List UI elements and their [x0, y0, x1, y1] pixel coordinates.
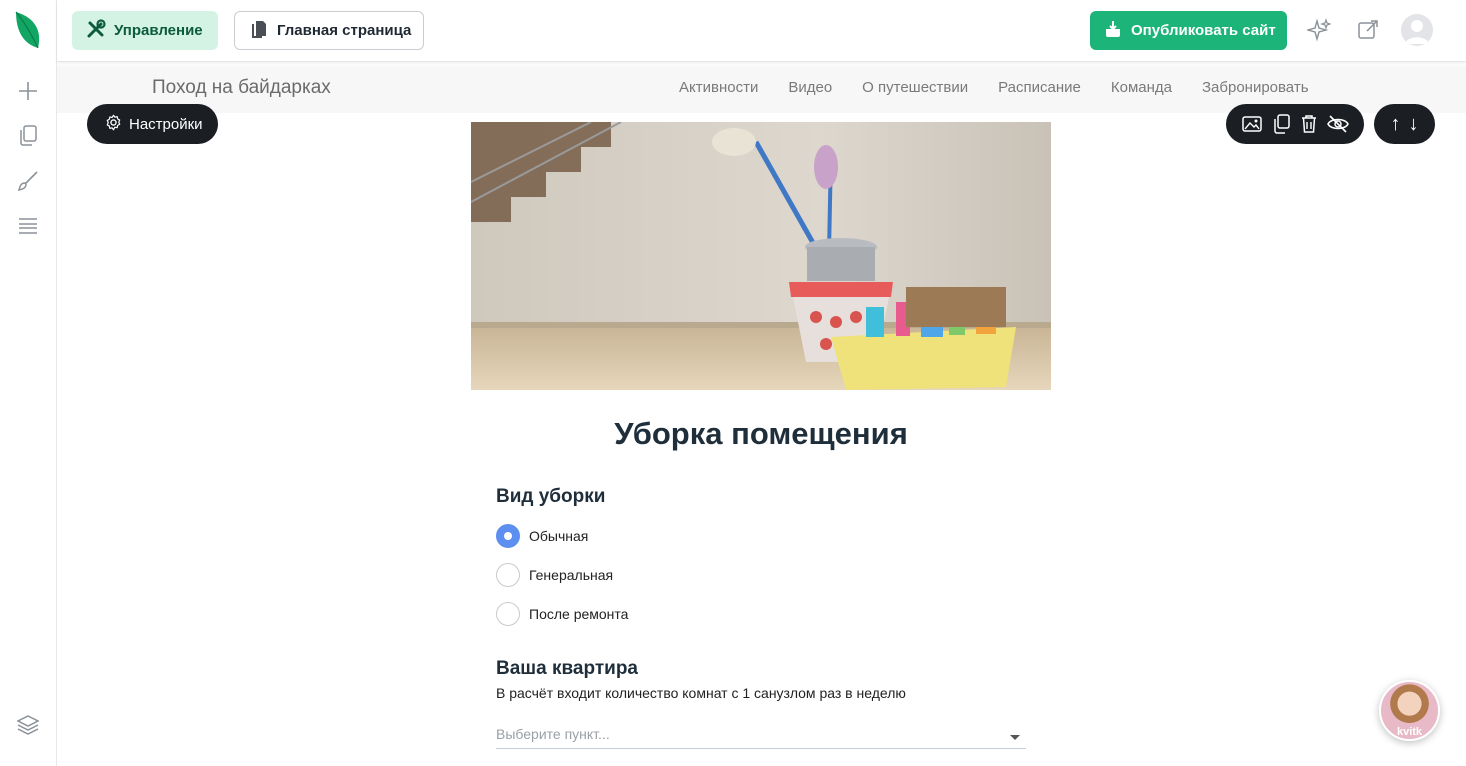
manage-button[interactable]: Управление — [72, 11, 218, 50]
nav-item-activities[interactable]: Активности — [679, 79, 758, 96]
trash-icon[interactable] — [1298, 113, 1320, 135]
nav-item-team[interactable]: Команда — [1111, 79, 1172, 96]
copy-icon[interactable] — [1270, 113, 1292, 135]
radio-label: После ремонта — [529, 605, 629, 622]
cleaning-type-title: Вид уборки — [496, 486, 606, 507]
apartment-select[interactable]: Выберите пункт... — [496, 720, 1026, 749]
form-heading: Уборка помещения — [614, 416, 908, 451]
radio-button[interactable] — [496, 562, 520, 587]
page-icon — [251, 20, 267, 42]
image-icon[interactable] — [1241, 113, 1263, 135]
move-up-icon[interactable]: ↑ — [1391, 113, 1401, 136]
nav-item-book[interactable]: Забронировать — [1202, 79, 1309, 96]
plus-icon[interactable] — [14, 77, 42, 105]
nav-item-video[interactable]: Видео — [788, 79, 832, 96]
sparkle-icon[interactable] — [1305, 16, 1333, 44]
radio-option-general[interactable]: Генеральная — [496, 562, 613, 587]
block-tools — [1226, 104, 1364, 144]
left-sidebar — [0, 0, 57, 766]
radio-button-selected[interactable] — [496, 523, 520, 548]
top-toolbar: Управление Главная страница Опубликовать… — [57, 0, 1466, 62]
radio-label: Генеральная — [529, 566, 614, 583]
sections-icon[interactable] — [14, 212, 42, 240]
publish-icon — [1104, 19, 1122, 43]
radio-label: Обычная — [529, 527, 589, 544]
layers-icon[interactable] — [14, 711, 42, 739]
radio-option-regular[interactable]: Обычная — [496, 523, 588, 548]
nav-item-about[interactable]: О путешествии — [862, 79, 968, 96]
brush-icon[interactable] — [14, 167, 42, 195]
chat-label: kvitk — [1396, 726, 1423, 738]
move-down-icon[interactable]: ↓ — [1409, 113, 1419, 136]
apartment-description: В расчёт входит количество комнат с 1 са… — [496, 685, 906, 701]
site-nav: Активности Видео О путешествии Расписани… — [679, 79, 1309, 96]
support-chat-button[interactable]: kvitk — [1379, 680, 1440, 741]
radio-option-after-renovation[interactable]: После ремонта — [496, 601, 628, 626]
chevron-down-icon — [1010, 734, 1020, 740]
gear-icon — [105, 114, 122, 135]
user-avatar-icon[interactable] — [1401, 14, 1433, 46]
site-title[interactable]: Поход на байдарках — [152, 77, 331, 99]
pages-icon[interactable] — [14, 122, 42, 150]
select-placeholder: Выберите пункт... — [496, 726, 610, 742]
leaf-logo-icon[interactable] — [14, 10, 42, 50]
publish-site-button[interactable]: Опубликовать сайт — [1090, 11, 1287, 50]
apartment-title: Ваша квартира — [496, 658, 638, 679]
home-page-selector-button[interactable]: Главная страница — [234, 11, 424, 50]
settings-label: Настройки — [129, 115, 203, 133]
external-link-icon[interactable] — [1354, 16, 1382, 44]
eye-off-icon[interactable] — [1327, 113, 1350, 135]
tools-icon — [86, 18, 106, 43]
nav-item-schedule[interactable]: Расписание — [998, 79, 1081, 96]
block-settings-button[interactable]: Настройки — [87, 104, 218, 144]
manage-button-label: Управление — [114, 22, 203, 39]
cleaning-hero-image[interactable] — [471, 122, 1051, 390]
publish-label: Опубликовать сайт — [1131, 22, 1276, 39]
home-page-label: Главная страница — [277, 22, 412, 39]
block-move-controls: ↑ ↓ — [1374, 104, 1435, 144]
radio-button[interactable] — [496, 601, 520, 626]
